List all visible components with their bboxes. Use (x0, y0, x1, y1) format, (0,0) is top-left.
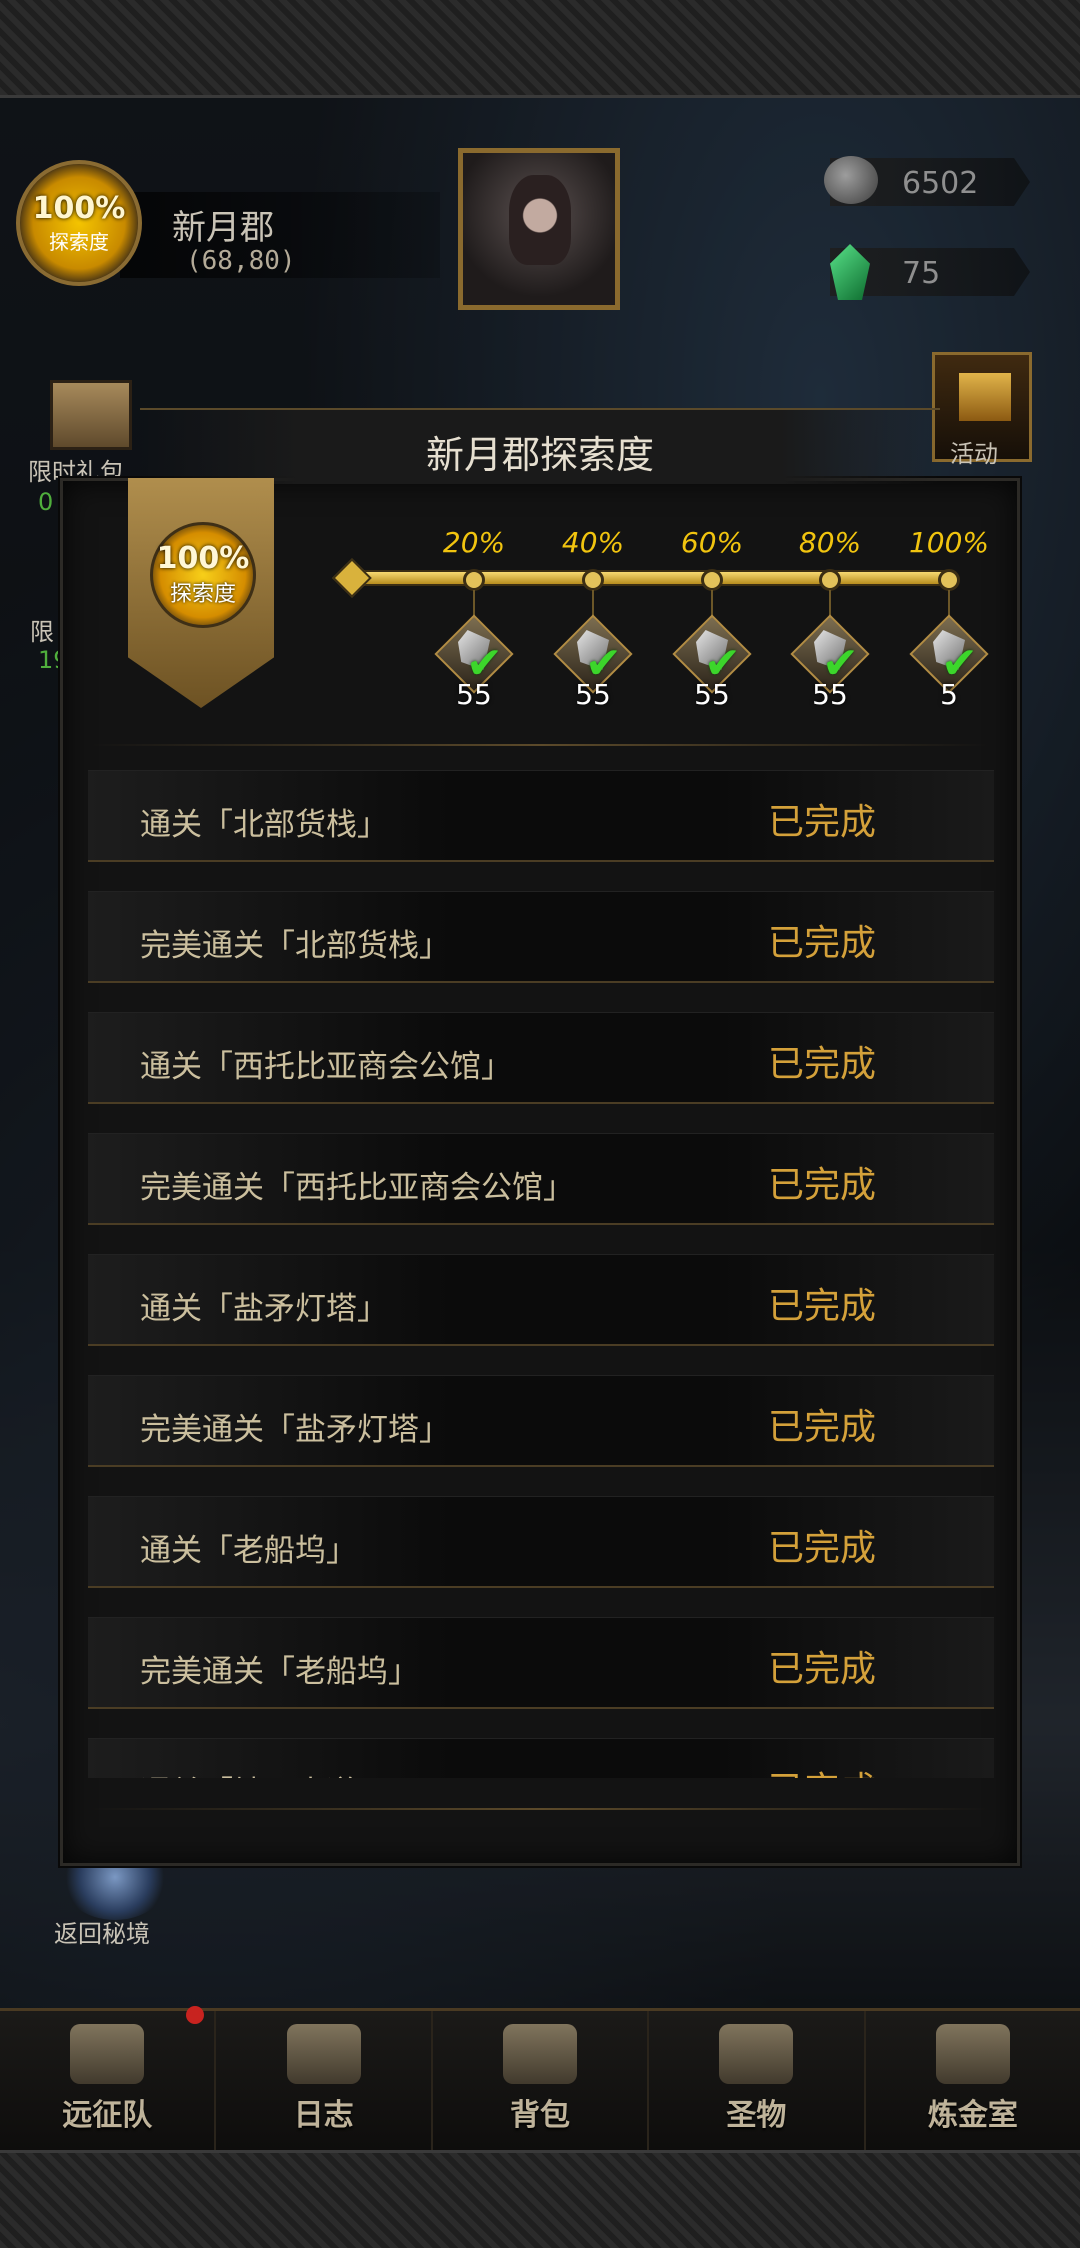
exploration-label: 探索度 (49, 230, 109, 254)
task-row: 通关「地下水道」 已完成 (88, 1738, 994, 1778)
task-name: 通关「老船坞」 (140, 1533, 357, 1569)
nav-label: 远征队 (62, 2098, 153, 2133)
task-row: 通关「老船坞」 已完成 (88, 1496, 994, 1588)
task-status: 已完成 (768, 1407, 877, 1448)
nav-expedition[interactable]: 远征队 (0, 2011, 217, 2150)
reward-count: 55 (575, 678, 611, 711)
alchemy-icon (935, 2024, 1010, 2084)
bottom-frame (0, 2150, 1080, 2248)
chalice-icon (719, 2024, 794, 2084)
task-name: 完美通关「北部货栈」 (140, 928, 450, 964)
nav-alchemy[interactable]: 炼金室 (866, 2011, 1080, 2150)
task-row: 通关「盐矛灯塔」 已完成 (88, 1254, 994, 1346)
nav-journal[interactable]: 日志 (216, 2011, 433, 2150)
task-row: 完美通关「西托比亚商会公馆」 已完成 (88, 1133, 994, 1225)
reward-count: 55 (456, 678, 492, 711)
milestone-percent: 80% (798, 526, 862, 559)
exploration-percent: 100% (32, 191, 126, 226)
nav-label: 日志 (293, 2098, 354, 2133)
divider (90, 744, 990, 746)
task-name: 完美通关「西托比亚商会公馆」 (140, 1170, 574, 1206)
reward-count: 55 (694, 678, 730, 711)
milestone-percent: 100% (908, 526, 990, 559)
task-status: 已完成 (768, 1044, 877, 1085)
exploration-badge: 100% 探索度 (150, 522, 256, 628)
milestone-node (582, 569, 604, 591)
task-status: 已完成 (768, 1286, 877, 1327)
milestone-percent: 20% (442, 526, 506, 559)
task-name: 通关「北部货栈」 (140, 807, 388, 843)
milestone-node (463, 569, 485, 591)
nav-label: 圣物 (726, 2098, 787, 2133)
nav-label: 炼金室 (927, 2098, 1018, 2133)
task-status: 已完成 (768, 1649, 877, 1690)
gift-pack-count: 0 (38, 488, 54, 516)
task-row: 通关「北部货栈」 已完成 (88, 770, 994, 862)
task-status: 已完成 (768, 923, 877, 964)
task-name: 通关「西托比亚商会公馆」 (140, 1049, 512, 1085)
bag-icon (503, 2024, 578, 2084)
task-row: 完美通关「盐矛灯塔」 已完成 (88, 1375, 994, 1467)
return-secret-realm-label[interactable]: 返回秘境 (54, 1914, 150, 1949)
task-list[interactable]: 通关「北部货栈」 已完成 完美通关「北部货栈」 已完成 通关「西托比亚商会公馆」 已完成完… (88, 770, 994, 1778)
map-scroll-icon (286, 2024, 361, 2084)
task-name: 完美通关「老船坞」 (140, 1654, 419, 1690)
badge-percent: 100% (156, 541, 250, 576)
modal-title: 新月郡探索度 (425, 433, 654, 477)
bottom-nav: 远征队 日志 背包 圣物 炼金室 (0, 2008, 1080, 2150)
exploration-progress-bar (350, 570, 950, 586)
task-status: 已完成 (768, 1528, 877, 1569)
milestone-percent: 60% (680, 526, 744, 559)
nav-relics[interactable]: 圣物 (649, 2011, 866, 2150)
gem-value: 75 (902, 256, 941, 291)
gift-pack-icon[interactable] (50, 380, 132, 450)
task-name: 通关「地下水道」 (140, 1767, 388, 1778)
activity-label[interactable]: 活动 (950, 434, 998, 469)
task-name: 完美通关「盐矛灯塔」 (140, 1412, 450, 1448)
task-name: 通关「盐矛灯塔」 (140, 1291, 388, 1327)
task-row: 通关「西托比亚商会公馆」 已完成 (88, 1012, 994, 1104)
region-coordinates: (68,80) (186, 246, 296, 276)
exploration-medal[interactable]: 100% 探索度 (16, 160, 142, 286)
helmet-icon (70, 2024, 145, 2084)
reward-count: 55 (812, 678, 848, 711)
top-frame (0, 0, 1080, 98)
nav-label: 背包 (510, 2098, 571, 2133)
modal-title-bar: 新月郡探索度 (140, 408, 940, 484)
region-name: 新月郡 (172, 208, 274, 248)
milestone-node (819, 569, 841, 591)
divider (90, 1808, 990, 1810)
limit-label[interactable]: 限 (30, 612, 54, 647)
task-row: 完美通关「北部货栈」 已完成 (88, 891, 994, 983)
task-status: 已完成 (768, 1761, 876, 1778)
milestone-node (938, 569, 960, 591)
badge-label: 探索度 (169, 582, 236, 607)
coin-value: 6502 (902, 166, 979, 201)
milestone-percent: 40% (561, 526, 625, 559)
notification-dot (186, 2006, 204, 2024)
task-status: 已完成 (768, 1165, 877, 1206)
hero-portrait[interactable] (458, 148, 620, 310)
task-row: 完美通关「老船坞」 已完成 (88, 1617, 994, 1709)
coin-icon (824, 156, 878, 204)
milestone-node (701, 569, 723, 591)
reward-count: 5 (940, 678, 958, 711)
nav-backpack[interactable]: 背包 (433, 2011, 650, 2150)
task-status: 已完成 (768, 802, 877, 843)
